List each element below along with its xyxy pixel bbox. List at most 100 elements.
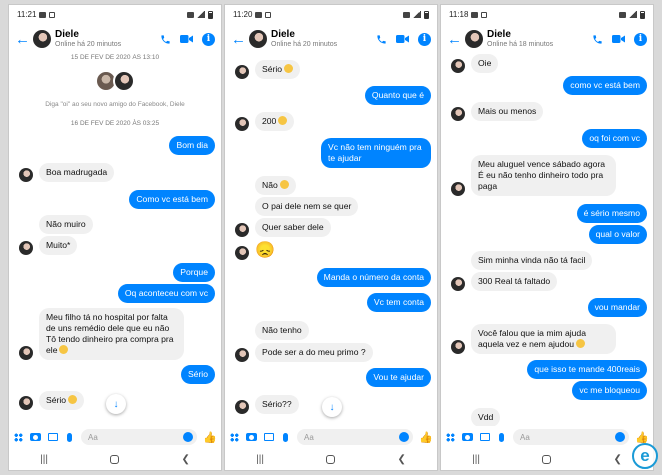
recent-apps-icon[interactable]: ||| xyxy=(40,454,48,465)
contact-info[interactable]: Diele Online há 18 minutos xyxy=(487,30,588,48)
info-icon[interactable]: i xyxy=(202,32,215,46)
message-bubble-incoming[interactable]: Pode ser a do meu primo ? xyxy=(255,343,373,362)
video-call-icon[interactable] xyxy=(180,34,193,44)
message-bubble-outgoing[interactable]: Vou te ajudar xyxy=(366,368,431,387)
phone-call-icon[interactable] xyxy=(592,34,603,45)
contact-info[interactable]: Diele Online há 20 minutos xyxy=(55,30,156,48)
message-input[interactable]: Aa xyxy=(297,429,414,445)
message-bubble-incoming[interactable]: Sério xyxy=(255,60,301,79)
contact-mini-avatar xyxy=(451,277,465,291)
message-row: Vdd xyxy=(441,408,653,426)
message-bubble-outgoing[interactable]: Bom dia xyxy=(169,136,215,155)
more-options-icon[interactable] xyxy=(445,432,456,443)
contact-avatar[interactable] xyxy=(249,30,267,48)
message-bubble-incoming[interactable]: Quer saber dele xyxy=(255,218,331,237)
message-bubble-outgoing[interactable]: oq foi com vc xyxy=(582,129,647,148)
nav-back-icon[interactable]: ❮ xyxy=(613,454,621,465)
message-bubble-incoming[interactable]: O pai dele nem se quer xyxy=(255,197,359,216)
emoji-picker-icon[interactable] xyxy=(399,432,410,442)
gallery-icon[interactable] xyxy=(263,432,274,443)
microphone-icon[interactable] xyxy=(280,432,291,443)
video-call-icon[interactable] xyxy=(612,34,625,44)
message-bubble-incoming[interactable]: 300 Real tá faltado xyxy=(471,272,558,291)
video-call-icon[interactable] xyxy=(396,34,409,44)
scroll-down-arrow-icon[interactable]: ↓ xyxy=(322,397,342,417)
info-icon[interactable]: i xyxy=(634,32,647,46)
like-thumb-icon[interactable]: 👍 xyxy=(419,431,433,444)
phone-call-icon[interactable] xyxy=(376,34,387,45)
message-bubble-incoming[interactable]: Oie xyxy=(471,54,499,73)
message-bubble-outgoing[interactable]: vc me bloqueou xyxy=(572,381,647,400)
message-bubble-incoming[interactable]: Vdd xyxy=(471,408,501,426)
message-bubble-incoming[interactable]: Não muiro xyxy=(39,215,93,234)
scroll-down-arrow-icon[interactable]: ↓ xyxy=(106,394,126,414)
back-arrow-icon[interactable]: ← xyxy=(231,31,246,48)
input-placeholder: Aa xyxy=(520,432,530,442)
message-bubble-incoming[interactable]: Sim minha vinda não tá facil xyxy=(471,251,593,270)
message-row: Sério xyxy=(9,365,221,384)
more-options-icon[interactable] xyxy=(229,432,240,443)
more-options-icon[interactable] xyxy=(13,432,24,443)
message-bubble-outgoing[interactable]: é sério mesmo xyxy=(576,204,647,223)
message-bubble-outgoing[interactable]: Como vc está bem xyxy=(129,190,215,209)
message-list[interactable]: 15 DE FEV DE 2020 ÀS 13:10 Diga "oi" ao … xyxy=(9,54,221,426)
message-bubble-outgoing[interactable]: que isso te mande 400reais xyxy=(527,360,647,379)
message-bubble-outgoing[interactable]: Vc não tem ninguém pra te ajudar xyxy=(321,138,431,168)
phone-call-icon[interactable] xyxy=(160,34,171,45)
gallery-icon[interactable] xyxy=(479,432,490,443)
message-bubble-outgoing[interactable]: Quanto que é xyxy=(364,86,431,105)
message-bubble-incoming[interactable]: Muito* xyxy=(39,236,78,255)
microphone-icon[interactable] xyxy=(64,432,75,443)
camera-icon[interactable] xyxy=(462,432,473,443)
camera-icon[interactable] xyxy=(246,432,257,443)
contact-info[interactable]: Diele Online há 20 minutos xyxy=(271,30,372,48)
home-icon[interactable] xyxy=(110,454,120,464)
message-bubble-incoming[interactable]: Mais ou menos xyxy=(471,102,544,121)
message-bubble-outgoing[interactable]: Manda o número da conta xyxy=(316,268,431,287)
home-icon[interactable] xyxy=(542,454,552,464)
message-bubble-outgoing[interactable]: Porque xyxy=(173,263,215,282)
message-bubble-outgoing[interactable]: Oq aconteceu com vc xyxy=(117,284,215,303)
message-list[interactable]: Oie como vc está bem Mais ou menos oq fo… xyxy=(441,54,653,426)
message-bubble-outgoing[interactable]: Vc tem conta xyxy=(366,293,431,312)
camera-icon[interactable] xyxy=(30,432,41,443)
info-icon[interactable]: i xyxy=(418,32,431,46)
gallery-icon[interactable] xyxy=(47,432,58,443)
message-bubble-outgoing[interactable]: qual o valor xyxy=(588,225,647,244)
recent-apps-icon[interactable]: ||| xyxy=(472,454,480,465)
back-arrow-icon[interactable]: ← xyxy=(15,31,30,48)
message-bubble-incoming[interactable]: Você falou que ia mim ajuda aquela vez e… xyxy=(471,324,616,354)
message-bubble-outgoing[interactable]: vou mandar xyxy=(587,298,647,317)
message-bubble-incoming[interactable]: Meu filho tá no hospital por falta de un… xyxy=(39,308,184,360)
message-input[interactable]: Aa xyxy=(513,429,630,445)
contact-avatar[interactable] xyxy=(465,30,483,48)
back-arrow-icon[interactable]: ← xyxy=(447,31,462,48)
message-input[interactable]: Aa xyxy=(81,429,198,445)
message-bubble-incoming[interactable]: Não xyxy=(255,176,296,195)
recent-apps-icon[interactable]: ||| xyxy=(256,454,264,465)
nav-back-icon[interactable]: ❮ xyxy=(397,454,405,465)
message-bubble-incoming[interactable]: Boa madrugada xyxy=(39,163,115,182)
message-bubble-incoming[interactable]: Sério xyxy=(39,391,85,410)
message-list[interactable]: Sério Quanto que é 200 Vc não tem ningué… xyxy=(225,54,437,426)
message-bubble-incoming[interactable]: Sério?? xyxy=(255,395,299,414)
message-bubble-incoming[interactable]: 200 xyxy=(255,112,295,131)
message-bubble-outgoing[interactable]: como vc está bem xyxy=(563,76,647,95)
message-bubble-incoming[interactable]: Meu aluguel vence sábado agora É eu não … xyxy=(471,155,616,196)
contact-avatar[interactable] xyxy=(33,30,51,48)
home-icon[interactable] xyxy=(326,454,336,464)
notification-icon xyxy=(255,11,263,18)
like-thumb-icon[interactable]: 👍 xyxy=(203,431,217,444)
big-emoji[interactable]: 😞 xyxy=(255,242,275,260)
message-bubble-incoming[interactable]: Não tenho xyxy=(255,321,309,340)
emoji-picker-icon[interactable] xyxy=(615,432,626,442)
message-row: Você falou que ia mim ajuda aquela vez e… xyxy=(441,324,653,354)
message-bubble-outgoing[interactable]: Sério xyxy=(180,365,215,384)
emoji-picker-icon[interactable] xyxy=(183,432,194,442)
nav-back-icon[interactable]: ❮ xyxy=(181,454,189,465)
status-time: 11:21 xyxy=(17,10,37,19)
like-thumb-icon[interactable]: 👍 xyxy=(635,431,649,444)
battery-icon xyxy=(208,10,213,19)
phone-screen-2: 11:20 ← Diele Online há 20 minutos i Sér… xyxy=(224,4,438,471)
microphone-icon[interactable] xyxy=(496,432,507,443)
